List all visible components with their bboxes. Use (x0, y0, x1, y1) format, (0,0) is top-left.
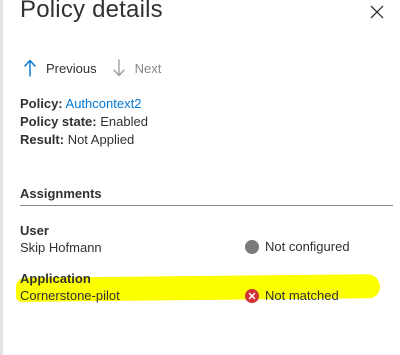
application-value: Cornerstone-pilot (20, 288, 120, 303)
application-status: Not matched (245, 288, 339, 303)
arrow-down-icon (112, 59, 125, 77)
gray-dot-icon (245, 239, 259, 254)
result-key: Result: (20, 132, 65, 147)
close-button[interactable] (365, 0, 389, 24)
assignments-divider (20, 205, 393, 206)
application-label: Application (20, 271, 91, 286)
policy-key: Policy: (20, 96, 63, 111)
user-value: Skip Hofmann (20, 240, 102, 255)
navigation-bar: Previous Next (24, 56, 177, 80)
previous-button[interactable]: Previous (24, 59, 97, 77)
panel-title: Policy details (20, 0, 163, 23)
application-status-text: Not matched (265, 288, 339, 303)
next-label: Next (134, 60, 162, 76)
error-circle-icon (245, 288, 259, 303)
previous-label: Previous (46, 60, 97, 76)
panel-left-border (0, 0, 3, 355)
policy-state-row: Policy state: Enabled (20, 114, 148, 129)
policy-state-value: Enabled (100, 114, 148, 129)
result-value: Not Applied (67, 132, 135, 147)
policy-row: Policy: Authcontext2 (20, 96, 141, 111)
assignments-heading: Assignments (20, 186, 102, 201)
user-status-text: Not configured (265, 239, 350, 254)
policy-state-key: Policy state: (20, 114, 97, 129)
next-button[interactable]: Next (112, 59, 162, 77)
policy-link[interactable]: Authcontext2 (66, 96, 142, 111)
arrow-up-icon (24, 59, 36, 77)
close-icon (370, 5, 384, 19)
user-status: Not configured (245, 239, 350, 254)
result-row: Result: Not Applied (20, 132, 134, 147)
user-label: User (20, 223, 49, 238)
